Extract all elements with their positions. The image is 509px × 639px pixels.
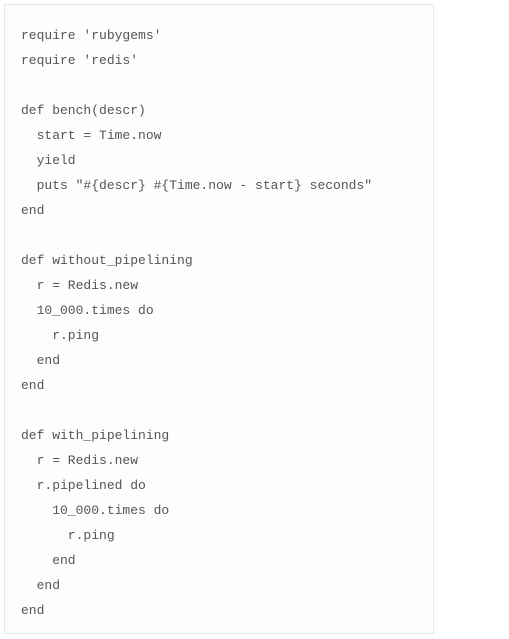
code-content: require 'rubygems' require 'redis' def b… bbox=[21, 23, 417, 623]
code-block: require 'rubygems' require 'redis' def b… bbox=[4, 4, 434, 634]
